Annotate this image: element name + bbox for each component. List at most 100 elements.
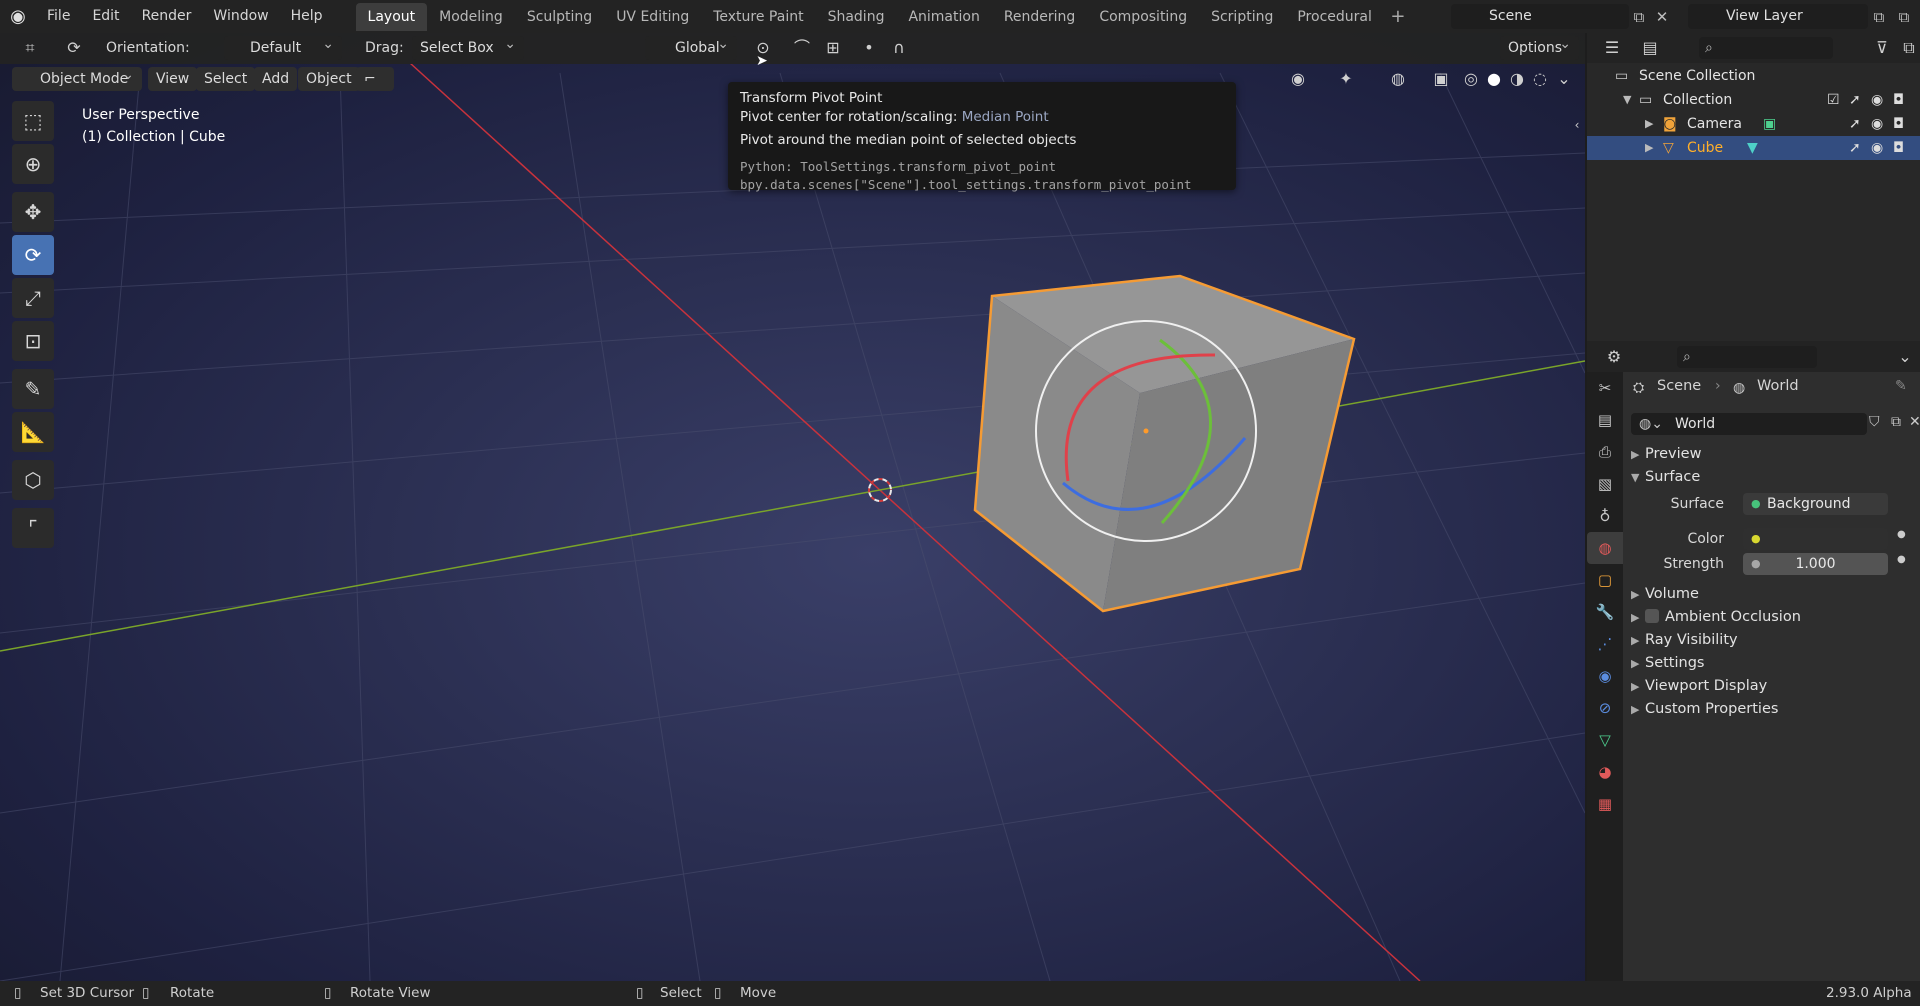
blender-logo-icon[interactable]: ◉	[0, 0, 36, 33]
outliner-row-scene-collection[interactable]: ▭ Scene Collection	[1587, 64, 1920, 88]
proportional-edit-icon[interactable]: •	[858, 36, 880, 60]
tab-rendering[interactable]: Rendering	[992, 3, 1088, 31]
display-mode-icon[interactable]: ▤	[1633, 36, 1667, 60]
falloff-icon[interactable]: ∩	[882, 36, 916, 60]
menu-edit[interactable]: Edit	[81, 0, 130, 33]
render-icon[interactable]: ◘	[1893, 112, 1904, 136]
outliner-row-cube[interactable]: ▶ ▽ Cube ▼ ➚ ◉ ◘	[1587, 136, 1920, 160]
snap-target-icon[interactable]: ⊞	[815, 36, 851, 60]
xray-toggle-icon[interactable]: ▣	[1430, 67, 1452, 91]
fake-user-icon[interactable]: ⛉	[1869, 414, 1880, 430]
selectable-icon[interactable]: ➚	[1849, 136, 1861, 160]
outliner-editor-icon[interactable]: ☰	[1597, 36, 1627, 60]
properties-search-input[interactable]: ⌕	[1677, 346, 1817, 368]
cursor-tool-icon[interactable]: ⊕	[12, 144, 54, 184]
object-tab-icon[interactable]: ▢	[1587, 564, 1623, 596]
world-datablock-field[interactable]: ◍⌄ World	[1631, 413, 1867, 435]
modifier-tab-icon[interactable]: 🔧	[1587, 596, 1623, 628]
filter-icon[interactable]: ⊽	[1865, 36, 1899, 60]
mode-dropdown[interactable]: Object Mode	[12, 63, 142, 91]
scale-tool-icon[interactable]: ⤢	[12, 278, 54, 318]
transform-affect-icon[interactable]: ⌐	[356, 67, 394, 91]
tab-uv-editing[interactable]: UV Editing	[604, 3, 701, 31]
constraints-tab-icon[interactable]: ⊘	[1587, 692, 1623, 724]
outliner-row-collection[interactable]: ▼ ▭ Collection ☑ ➚ ◉ ◘	[1587, 88, 1920, 112]
select-box-tool-icon[interactable]: ⬚	[12, 101, 54, 141]
section-volume[interactable]: ▶ Volume	[1631, 582, 1699, 606]
properties-editor-icon[interactable]: ⚙	[1597, 345, 1631, 369]
tab-sculpting[interactable]: Sculpting	[515, 3, 604, 31]
new-collection-icon[interactable]: ⧉	[1899, 36, 1919, 60]
mesh-data-icon[interactable]: ▼	[1747, 136, 1758, 160]
tab-shading[interactable]: Shading	[816, 3, 897, 31]
tool-tab-icon[interactable]: ✂	[1587, 372, 1623, 404]
sidebar-toggle-icon[interactable]: ‹	[1570, 113, 1584, 137]
physics-tab-icon[interactable]: ◉	[1587, 660, 1623, 692]
menu-window[interactable]: Window	[202, 0, 279, 33]
delete-scene-icon[interactable]: ✕	[1651, 6, 1673, 28]
visibility-eye-icon[interactable]: ◉	[1278, 67, 1318, 91]
tab-compositing[interactable]: Compositing	[1087, 3, 1199, 31]
checkbox-icon[interactable]: ☑	[1827, 88, 1840, 112]
tab-modeling[interactable]: Modeling	[427, 3, 515, 31]
data-tab-icon[interactable]: ▽	[1587, 724, 1623, 756]
snap-toggle-icon[interactable]: ⌒	[790, 36, 814, 60]
scene-name-field[interactable]: Scene	[1451, 4, 1629, 29]
add-workspace-icon[interactable]: +	[1384, 6, 1412, 27]
properties-options-icon[interactable]: ⌄	[1895, 345, 1915, 369]
ao-checkbox[interactable]	[1645, 609, 1659, 623]
render-tab-icon[interactable]: ▤	[1587, 404, 1623, 436]
tab-animation[interactable]: Animation	[896, 3, 991, 31]
render-icon[interactable]: ◘	[1893, 136, 1904, 160]
menu-add[interactable]: Add	[254, 67, 298, 91]
overlays-toggle-icon[interactable]: ◍	[1374, 67, 1422, 91]
rendered-shading-icon[interactable]: ◌	[1529, 67, 1551, 91]
unlink-icon[interactable]: ✕	[1909, 414, 1920, 430]
wireframe-shading-icon[interactable]: ◎	[1460, 67, 1482, 91]
gizmo-toggle-icon[interactable]: ✦	[1322, 67, 1370, 91]
view-layer-field[interactable]: View Layer	[1688, 4, 1868, 29]
outliner-row-camera[interactable]: ▶ ◙ Camera ▣ ➚ ◉ ◘	[1587, 112, 1920, 136]
duplicate-icon[interactable]: ⧉	[1891, 414, 1901, 430]
move-tool-icon[interactable]: ✥	[12, 192, 54, 232]
section-settings[interactable]: ▶ Settings	[1631, 651, 1704, 675]
selectable-icon[interactable]: ➚	[1849, 88, 1861, 112]
expand-arrow-icon[interactable]: ▶	[1645, 136, 1653, 160]
tab-texture-paint[interactable]: Texture Paint	[701, 3, 815, 31]
add-cube-tool-icon[interactable]: ⬡	[12, 460, 54, 500]
pin-icon[interactable]: ✎	[1895, 378, 1907, 394]
world-browse-icon[interactable]: ◍⌄	[1639, 413, 1663, 435]
menu-object[interactable]: Object	[298, 67, 360, 91]
cube-object[interactable]	[973, 274, 1356, 613]
keyframe-icon[interactable]: ●	[1897, 529, 1906, 540]
rotate-tool-icon[interactable]: ⟳	[12, 235, 54, 275]
tab-procedural[interactable]: Procedural	[1285, 3, 1384, 31]
orientation-dropdown[interactable]: Default	[224, 33, 342, 60]
menu-view[interactable]: View	[148, 67, 198, 91]
texture-tab-icon[interactable]: ▦	[1587, 788, 1623, 820]
section-preview[interactable]: ▶ Preview	[1631, 442, 1701, 466]
editor-type-icon[interactable]: ⌗	[14, 36, 46, 60]
camera-data-icon[interactable]: ▣	[1763, 112, 1776, 136]
eye-icon[interactable]: ◉	[1871, 112, 1883, 136]
scene-tab-icon[interactable]: ♁	[1587, 500, 1623, 532]
view-layer-tab-icon[interactable]: ▧	[1587, 468, 1623, 500]
new-view-layer-icon[interactable]: ⧉	[1868, 6, 1890, 28]
output-tab-icon[interactable]: ⎙	[1587, 436, 1623, 468]
active-tool-icon[interactable]: ⟳	[58, 36, 90, 60]
keyframe-icon[interactable]: ●	[1897, 554, 1906, 565]
outliner-search-input[interactable]: ⌕	[1699, 37, 1833, 59]
new-scene-icon[interactable]: ⧉	[1628, 6, 1650, 28]
eye-icon[interactable]: ◉	[1871, 88, 1883, 112]
eye-icon[interactable]: ◉	[1871, 136, 1883, 160]
section-ray-visibility[interactable]: ▶ Ray Visibility	[1631, 628, 1738, 652]
transform-tool-icon[interactable]: ⊡	[12, 321, 54, 361]
particles-tab-icon[interactable]: ⋰	[1587, 628, 1623, 660]
material-tab-icon[interactable]: ◕	[1587, 756, 1623, 788]
menu-select[interactable]: Select	[196, 67, 256, 91]
expand-arrow-icon[interactable]: ▶	[1645, 112, 1653, 136]
section-viewport-display[interactable]: ▶ Viewport Display	[1631, 674, 1767, 698]
transform-orientation-dropdown[interactable]: Global	[645, 33, 737, 60]
menu-render[interactable]: Render	[131, 0, 203, 33]
selectable-icon[interactable]: ➚	[1849, 112, 1861, 136]
